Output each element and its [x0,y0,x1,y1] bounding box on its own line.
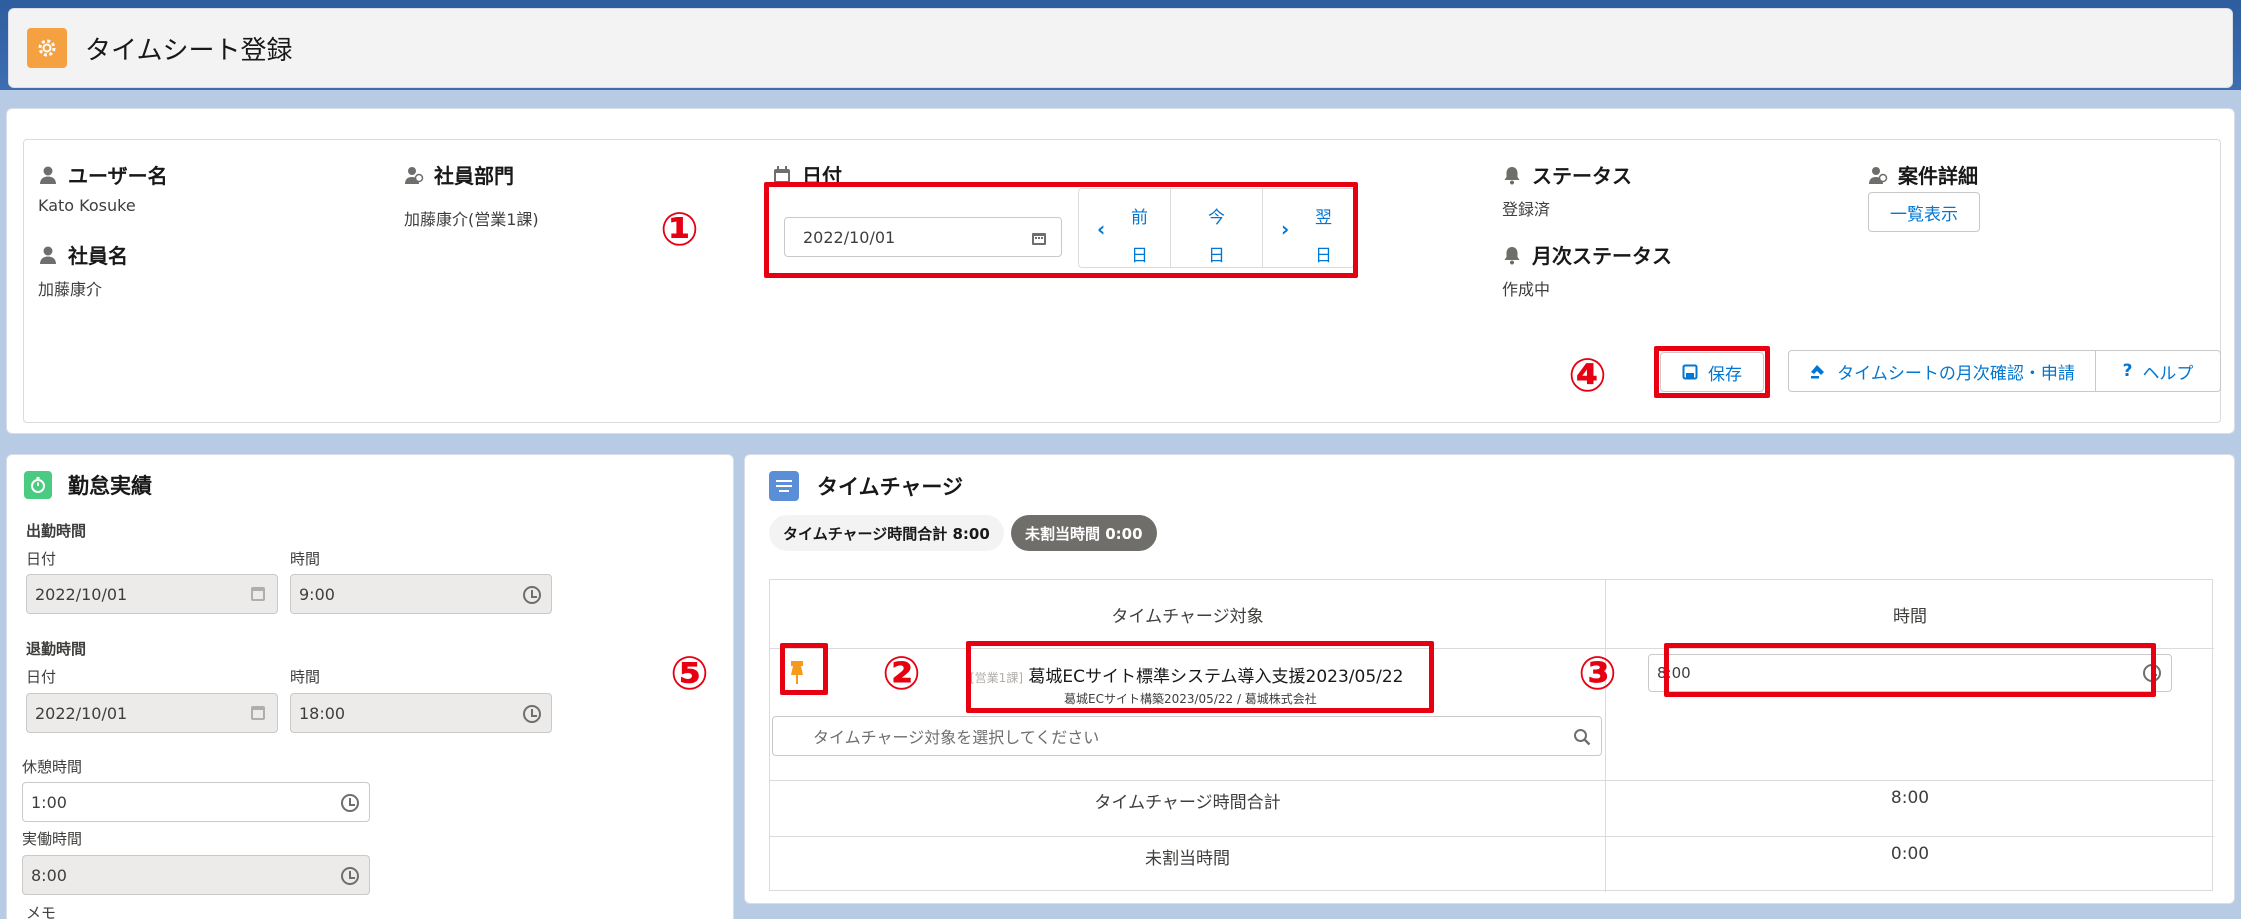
clock-out-date-input: 2022/10/01 [26,693,278,733]
stopwatch-icon [24,471,52,499]
list-view-button[interactable]: 一覧表示 [1868,192,1980,232]
clock-in-date-label: 日付 [26,550,57,568]
page-title: タイムシート登録 [85,35,293,66]
target-search-input[interactable]: タイムチャージ対象を選択してください [772,716,1602,756]
break-label: 休憩時間 [22,758,83,776]
bell-icon [1504,246,1520,264]
annotation-box-5 [780,643,828,695]
clock-icon [341,794,359,812]
person-icon [40,166,56,184]
col-header-time: 時間 [1893,607,1927,627]
user-group-icon [1869,166,1888,184]
actual-work-input: 8:00 [22,855,370,895]
actual-work-label: 実働時間 [22,830,83,848]
bell-icon [1504,166,1520,184]
project-detail-label: 案件詳細 [1868,160,1978,189]
col-header-target: タイムチャージ対象 [1111,607,1264,627]
clock-icon [523,586,541,604]
clock-out-date-label: 日付 [26,668,57,686]
total-time-pill: タイムチャージ時間合計 8:00 [769,515,1004,551]
clock-in-date-input: 2022/10/01 [26,574,278,614]
clock-out-time-input[interactable]: 18:00 [290,693,552,733]
employee-name-value: 加藤康介 [38,280,103,299]
employee-name-label: 社員名 [38,240,128,269]
help-button[interactable]: ? ヘルプ [2095,350,2221,392]
gear-icon [27,28,67,68]
break-time-input[interactable]: 1:00 [22,782,370,822]
timecharge-title: タイムチャージ [769,471,963,501]
unassigned-time-pill: 未割当時間 0:00 [1011,515,1157,551]
user-group-icon [405,166,424,184]
attendance-panel [6,454,734,919]
unassigned-label: 未割当時間 [1145,849,1230,869]
user-name-label: ユーザー名 [38,160,168,189]
clock-in-time-label: 時間 [290,550,321,568]
annotation-box-4 [1654,346,1770,398]
page-header: タイムシート登録 [8,8,2233,88]
status-value: 登録済 [1502,200,1551,219]
monthly-status-label: 月次ステータス [1502,240,1672,269]
timecharge-table: タイムチャージ対象 時間 [営業1課] 葛城ECサイト標準システム導入支援202… [769,579,2214,892]
annotation-marker-4: ④ [1568,348,1607,402]
annotation-marker-5: ⑤ [670,646,709,700]
annotation-box-3 [1664,643,2156,697]
status-label: ステータス [1502,160,1632,189]
user-name-value: Kato Kosuke [38,196,136,215]
annotation-marker-3: ③ [1578,646,1617,700]
annotation-marker-2: ② [882,646,921,700]
calendar-icon [251,706,265,720]
monthly-status-value: 作成中 [1502,280,1551,299]
attendance-title: 勤怠実績 [24,470,152,500]
unassigned-value: 0:00 [1890,844,1930,864]
department-label: 社員部門 [404,160,514,189]
clock-in-time-input[interactable]: 9:00 [290,574,552,614]
clock-icon [523,705,541,723]
calendar-icon [251,587,265,601]
clock-out-time-label: 時間 [290,668,321,686]
department-value: 加藤康介(営業1課) [404,210,539,229]
annotation-marker-1: ① [660,202,699,256]
total-value: 8:00 [1890,788,1930,808]
annotation-box-1 [764,182,1358,278]
list-icon [769,471,799,501]
annotation-box-2 [966,641,1434,713]
person-icon [40,246,56,264]
clock-icon [341,867,359,885]
clock-in-label: 出勤時間 [26,522,87,540]
total-label: タイムチャージ時間合計 [1094,793,1281,813]
search-icon [1574,729,1591,746]
monthly-confirm-button[interactable]: タイムシートの月次確認・申請 [1788,350,2096,392]
clock-out-label: 退勤時間 [26,640,87,658]
help-icon: ? [2122,361,2133,381]
memo-label: メモ [26,904,57,919]
stamp-icon [1811,365,1825,379]
